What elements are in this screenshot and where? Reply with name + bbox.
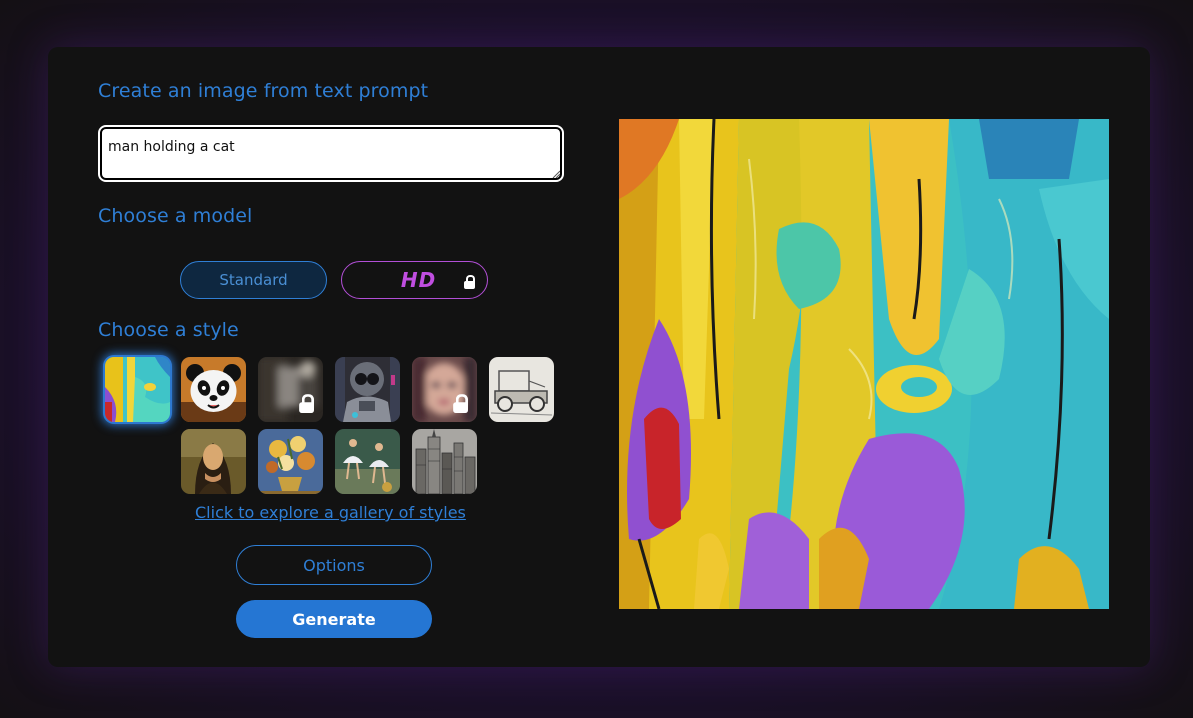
generate-button-label: Generate	[292, 609, 376, 629]
hd-model-button[interactable]: HD	[341, 261, 488, 299]
ballet-dancers-thumbnail	[335, 429, 400, 494]
lock-icon	[453, 394, 468, 413]
abstract-painting-thumbnail	[105, 357, 170, 422]
options-button[interactable]: Options	[236, 545, 432, 585]
style-tile-blurred-portrait[interactable]	[412, 357, 477, 422]
flower-still-life-thumbnail	[258, 429, 323, 494]
lock-icon	[464, 275, 475, 289]
standard-model-label: Standard	[219, 271, 288, 289]
panda-thumbnail	[181, 357, 246, 422]
style-tile-city-sketch[interactable]	[412, 429, 477, 494]
generated-image-art	[619, 119, 1109, 609]
hd-model-label: HD	[400, 268, 437, 292]
style-tile-flower-still-life[interactable]	[258, 429, 323, 494]
style-tile-blurred-style[interactable]	[258, 357, 323, 422]
style-tile-robot[interactable]	[335, 357, 400, 422]
generate-button[interactable]: Generate	[236, 600, 432, 638]
robot-thumbnail	[335, 357, 400, 422]
renaissance-portrait-thumbnail	[181, 429, 246, 494]
style-heading: Choose a style	[98, 319, 239, 341]
gallery-link[interactable]: Click to explore a gallery of styles	[195, 503, 466, 522]
style-tile-ballet-dancers[interactable]	[335, 429, 400, 494]
standard-model-button[interactable]: Standard	[180, 261, 327, 299]
pencil-car-sketch-thumbnail	[489, 357, 554, 422]
model-heading: Choose a model	[98, 205, 253, 227]
city-sketch-thumbnail	[412, 429, 477, 494]
style-tile-panda[interactable]	[181, 357, 246, 422]
prompt-heading: Create an image from text prompt	[98, 80, 429, 102]
generated-image	[619, 119, 1109, 609]
options-button-label: Options	[303, 555, 365, 575]
generator-panel: Create an image from text prompt Choose …	[48, 47, 1150, 667]
style-tile-renaissance-portrait[interactable]	[181, 429, 246, 494]
style-tile-abstract-painting[interactable]	[105, 357, 170, 422]
prompt-input[interactable]	[100, 127, 562, 180]
style-tile-pencil-car-sketch[interactable]	[489, 357, 554, 422]
lock-icon	[299, 394, 314, 413]
